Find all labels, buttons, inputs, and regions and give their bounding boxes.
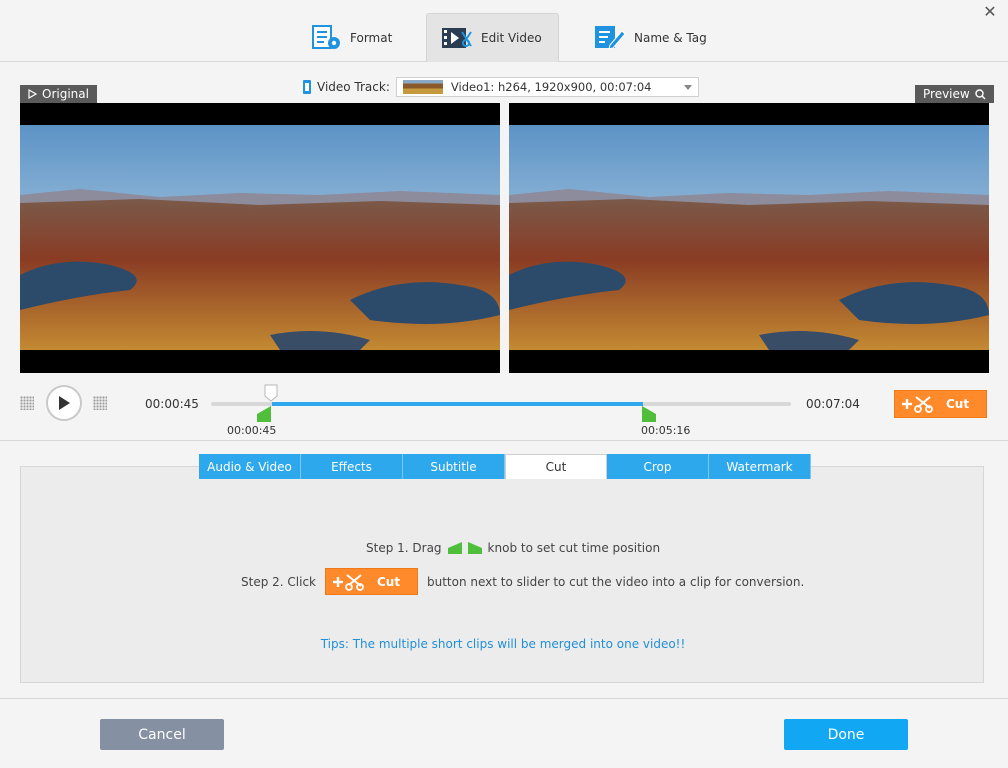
tab-crop[interactable]: Crop [607, 454, 709, 479]
preview-video [509, 103, 989, 373]
tab-audio-video[interactable]: Audio & Video [199, 454, 301, 479]
close-icon[interactable]: ✕ [982, 4, 998, 20]
divider [0, 440, 1008, 441]
tab-name-tag[interactable]: Name & Tag [580, 13, 721, 62]
tab-format-label: Format [350, 30, 393, 45]
tab-effects[interactable]: Effects [301, 454, 403, 479]
start-knob-icon [447, 542, 462, 554]
step-2: Step 2. Click Cut button next to slider … [241, 568, 804, 595]
step2-prefix: Step 2. Click [241, 574, 316, 589]
edit-tabs: Audio & Video Effects Subtitle Cut Crop … [199, 454, 811, 479]
step-1: Step 1. Drag knob to set cut time positi… [366, 541, 660, 555]
name-tag-icon [595, 25, 626, 50]
tab-watermark[interactable]: Watermark [709, 454, 811, 479]
tab-name-tag-label: Name & Tag [634, 30, 707, 45]
video-track-value: Video1: h264, 1920x900, 00:07:04 [450, 80, 652, 94]
end-knob[interactable] [642, 406, 656, 422]
edit-video-icon [442, 28, 472, 48]
add-cut-icon [902, 396, 933, 413]
total-time: 00:07:04 [806, 397, 860, 411]
landscape-image [509, 125, 989, 350]
original-label-text: Original [42, 87, 89, 101]
tab-cut[interactable]: Cut [505, 454, 607, 479]
tab-subtitle[interactable]: Subtitle [403, 454, 505, 479]
cut-button-label: Cut [946, 397, 970, 411]
add-cut-icon [333, 573, 364, 591]
timeline-selection [272, 402, 644, 406]
original-label: Original [20, 85, 97, 103]
start-knob[interactable] [257, 406, 271, 422]
timeline-slider[interactable] [211, 402, 791, 406]
play-icon [59, 396, 70, 410]
tab-edit-video-label: Edit Video [481, 31, 542, 45]
step1-suffix: knob to set cut time position [487, 541, 661, 555]
current-time: 00:00:45 [145, 397, 199, 411]
landscape-image [20, 125, 500, 350]
film-icon [303, 80, 311, 94]
preview-label-text: Preview [923, 87, 970, 101]
cut-panel: Step 1. Drag knob to set cut time positi… [20, 466, 984, 683]
playhead-handle[interactable] [264, 384, 278, 402]
play-small-icon [28, 89, 37, 99]
tab-edit-video[interactable]: Edit Video [426, 13, 559, 62]
preview-label: Preview [915, 85, 994, 103]
step1-prefix: Step 1. Drag [366, 541, 442, 555]
prev-frame-icon[interactable] [20, 396, 34, 410]
cut-button[interactable]: Cut [894, 390, 987, 418]
video-track-select[interactable]: Video1: h264, 1920x900, 00:07:04 [395, 77, 699, 97]
step2-suffix: button next to slider to cut the video i… [427, 574, 805, 589]
top-tab-bar: Format Edit Video Name & Tag [0, 0, 1008, 62]
chevron-down-icon [683, 84, 692, 90]
done-button[interactable]: Done [784, 719, 908, 750]
format-icon [312, 24, 340, 49]
cut-example-label: Cut [377, 574, 401, 589]
video-track-row: Video Track: Video1: h264, 1920x900, 00:… [303, 77, 699, 97]
footer-divider [0, 698, 1008, 699]
end-knob-icon [467, 542, 482, 554]
cancel-button[interactable]: Cancel [100, 719, 224, 750]
track-thumbnail [402, 80, 443, 94]
start-marker-time: 00:00:45 [227, 424, 277, 437]
cut-button-example: Cut [325, 568, 418, 595]
next-frame-icon[interactable] [93, 396, 107, 410]
tips-text: Tips: The multiple short clips will be m… [320, 637, 686, 651]
end-marker-time: 00:05:16 [641, 424, 691, 437]
search-icon [975, 88, 986, 99]
play-button[interactable] [46, 385, 82, 421]
original-video [20, 103, 500, 373]
video-track-label: Video Track: [317, 80, 390, 94]
tab-format[interactable]: Format [298, 13, 406, 62]
